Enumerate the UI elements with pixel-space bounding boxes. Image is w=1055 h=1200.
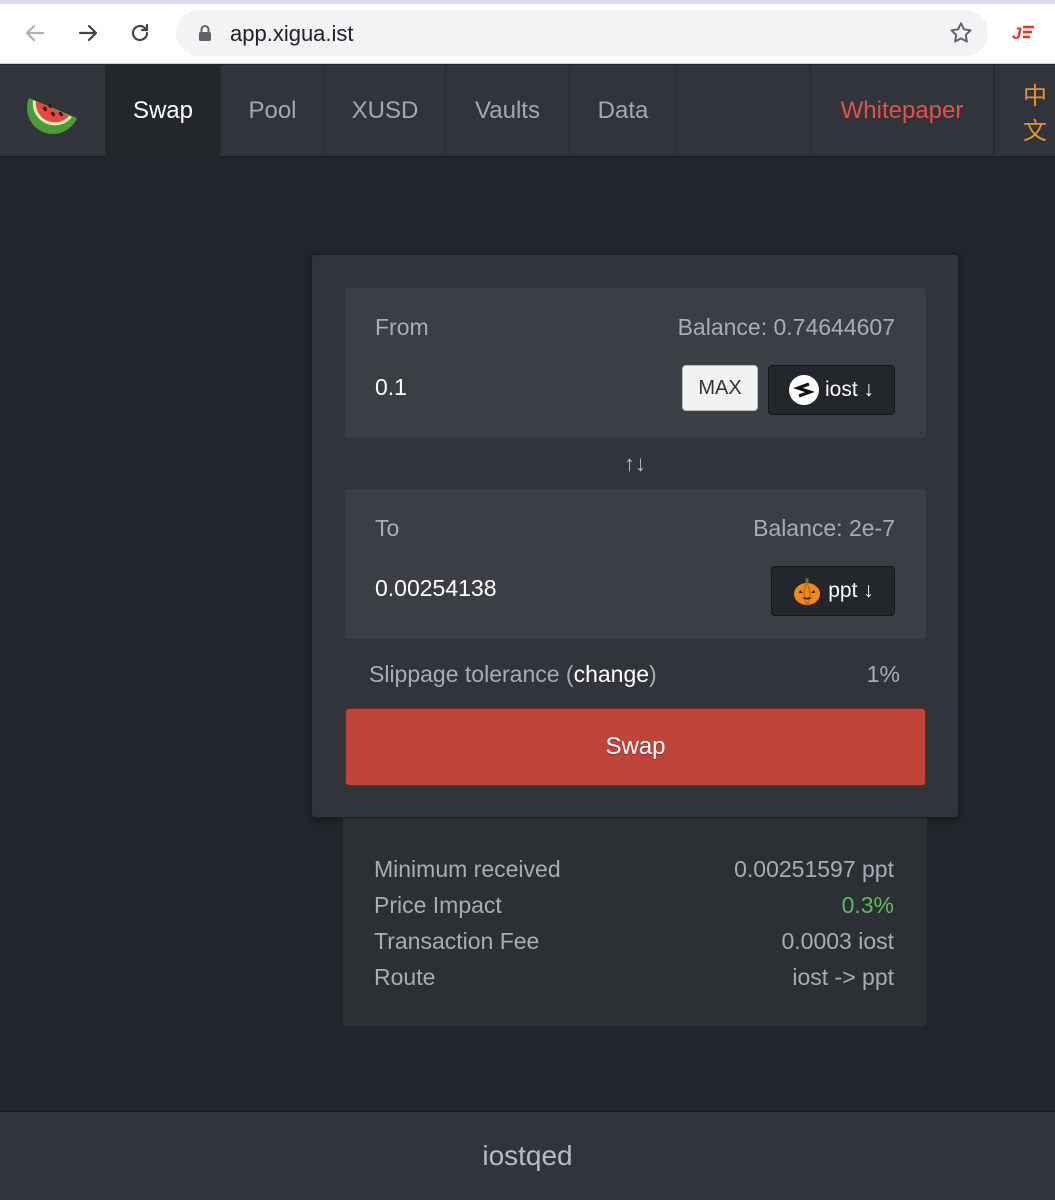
forward-button[interactable] xyxy=(71,16,105,50)
switch-direction-button[interactable]: ↑↓ xyxy=(312,451,958,477)
trade-details: Minimum received 0.00251597 ppt Price Im… xyxy=(343,818,927,1026)
from-amount-input[interactable]: 0.1 xyxy=(375,374,407,401)
star-icon[interactable] xyxy=(948,20,974,46)
from-panel: From Balance: 0.74644607 0.1 MAX iost ↓ xyxy=(345,288,926,438)
svg-text:J: J xyxy=(1012,24,1022,43)
to-label: To xyxy=(375,515,400,541)
nav-data[interactable]: Data xyxy=(570,65,677,157)
extension-icon[interactable]: J xyxy=(1010,20,1038,44)
swap-button[interactable]: Swap xyxy=(345,708,926,786)
back-arrow-icon xyxy=(25,24,45,42)
to-token-label: ppt ↓ xyxy=(828,579,874,602)
nav-swap[interactable]: Swap xyxy=(106,65,221,157)
iost-logo-icon xyxy=(788,375,819,405)
reload-icon xyxy=(131,23,149,42)
swap-card: From Balance: 0.74644607 0.1 MAX iost ↓ … xyxy=(311,254,959,818)
slippage-change-link[interactable]: change xyxy=(574,661,649,687)
footer: iostqed xyxy=(0,1111,1055,1200)
detail-route: Route iost -> ppt xyxy=(374,964,894,990)
from-token-select[interactable]: iost ↓ xyxy=(768,365,895,415)
to-balance: Balance: 2e-7 xyxy=(753,515,895,541)
back-button[interactable] xyxy=(18,16,52,50)
to-panel: To Balance: 2e-7 0.00254138 ppt ↓ xyxy=(345,489,926,639)
nav-xusd[interactable]: XUSD xyxy=(325,65,446,157)
detail-transaction-fee: Transaction Fee 0.0003 iost xyxy=(374,928,894,954)
forward-arrow-icon xyxy=(78,24,98,42)
url-text: app.xigua.ist xyxy=(230,21,354,46)
max-button[interactable]: MAX xyxy=(682,365,758,411)
nav-whitepaper[interactable]: Whitepaper xyxy=(810,65,994,157)
slippage-value: 1% xyxy=(866,661,900,687)
app-navbar: Swap Pool XUSD Vaults Data Whitepaper 中文 xyxy=(0,65,1055,157)
address-bar[interactable]: app.xigua.ist xyxy=(176,10,988,56)
detail-minimum-received: Minimum received 0.00251597 ppt xyxy=(374,856,894,882)
to-amount-input[interactable]: 0.00254138 xyxy=(375,575,497,602)
lock-icon xyxy=(199,25,211,41)
slippage-label: Slippage tolerance (change) xyxy=(369,661,657,687)
from-label: From xyxy=(375,314,429,340)
logo[interactable] xyxy=(0,65,106,157)
from-token-label: iost ↓ xyxy=(824,378,874,401)
detail-price-impact: Price Impact 0.3% xyxy=(374,892,894,918)
nav-pool[interactable]: Pool xyxy=(221,65,325,157)
to-token-select[interactable]: ppt ↓ xyxy=(771,566,895,616)
reload-button[interactable] xyxy=(123,16,157,50)
from-balance: Balance: 0.74644607 xyxy=(677,314,895,340)
nav-language[interactable]: 中文 xyxy=(994,65,1055,157)
browser-toolbar: app.xigua.ist J xyxy=(0,0,1055,64)
watermelon-icon xyxy=(26,98,77,134)
pumpkin-icon xyxy=(794,578,821,606)
nav-vaults[interactable]: Vaults xyxy=(446,65,570,157)
